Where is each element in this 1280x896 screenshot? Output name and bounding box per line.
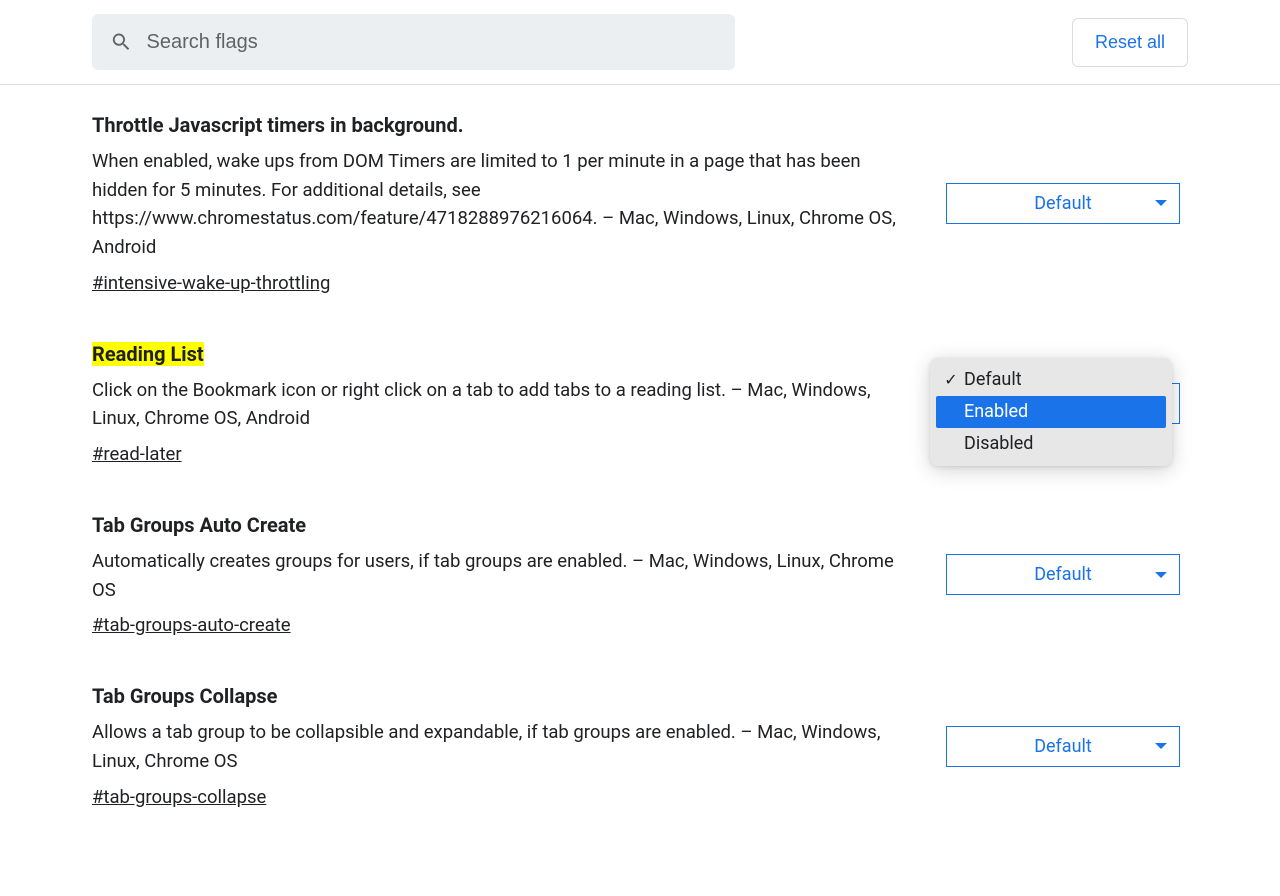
flag-text-block: Tab Groups Collapse Allows a tab group t… [92,684,906,807]
dropdown-option-disabled[interactable]: Disabled [936,428,1166,460]
dropdown-option-default[interactable]: ✓ Default [936,364,1166,396]
flag-control: Default [946,726,1180,767]
flag-description: When enabled, wake ups from DOM Timers a… [92,147,906,262]
flag-title: Tab Groups Collapse [92,684,277,708]
select-value: Default [1034,193,1092,214]
flags-content: Throttle Javascript timers in background… [0,85,1280,896]
search-input[interactable] [147,31,717,54]
option-label: Enabled [962,401,1162,422]
search-container[interactable] [92,14,735,70]
flag-item: Tab Groups Auto Create Automatically cre… [92,513,1188,636]
chevron-down-icon [1155,200,1167,206]
header-bar: Reset all [0,0,1280,85]
dropdown-option-enabled[interactable]: Enabled [936,396,1166,428]
flag-select[interactable]: Default [946,554,1180,595]
flag-text-block: Throttle Javascript timers in background… [92,113,906,294]
flag-select[interactable]: Default [946,726,1180,767]
flag-anchor-link[interactable]: #tab-groups-collapse [92,786,266,808]
flag-item: Reading List Click on the Bookmark icon … [92,342,1188,465]
flag-control: Default [946,183,1180,224]
flag-anchor-link[interactable]: #intensive-wake-up-throttling [92,272,330,294]
flag-description: Automatically creates groups for users, … [92,547,906,604]
flag-description: Allows a tab group to be collapsible and… [92,718,906,775]
dropdown-popup: ✓ Default Enabled Disabled [930,358,1172,466]
option-label: Default [962,369,1162,390]
flag-control: Default [946,554,1180,595]
flag-select[interactable]: Default [946,183,1180,224]
flag-title: Throttle Javascript timers in background… [92,113,464,137]
flag-text-block: Tab Groups Auto Create Automatically cre… [92,513,906,636]
flag-item: Throttle Javascript timers in background… [92,113,1188,294]
flag-description: Click on the Bookmark icon or right clic… [92,376,906,433]
flag-text-block: Reading List Click on the Bookmark icon … [92,342,906,465]
check-icon: ✓ [940,370,962,389]
chevron-down-icon [1155,572,1167,578]
flag-anchor-link[interactable]: #tab-groups-auto-create [92,614,291,636]
flag-title: Tab Groups Auto Create [92,513,306,537]
chevron-down-icon [1155,743,1167,749]
reset-all-button[interactable]: Reset all [1072,18,1188,67]
flag-control: Default ✓ Default Enabled Disabled [946,383,1180,424]
select-value: Default [1034,736,1092,757]
flag-anchor-link[interactable]: #read-later [92,443,182,465]
flag-title: Reading List [92,342,204,366]
search-icon [110,30,133,54]
option-label: Disabled [962,433,1162,454]
flag-item: Tab Groups Collapse Allows a tab group t… [92,684,1188,807]
select-value: Default [1034,564,1092,585]
